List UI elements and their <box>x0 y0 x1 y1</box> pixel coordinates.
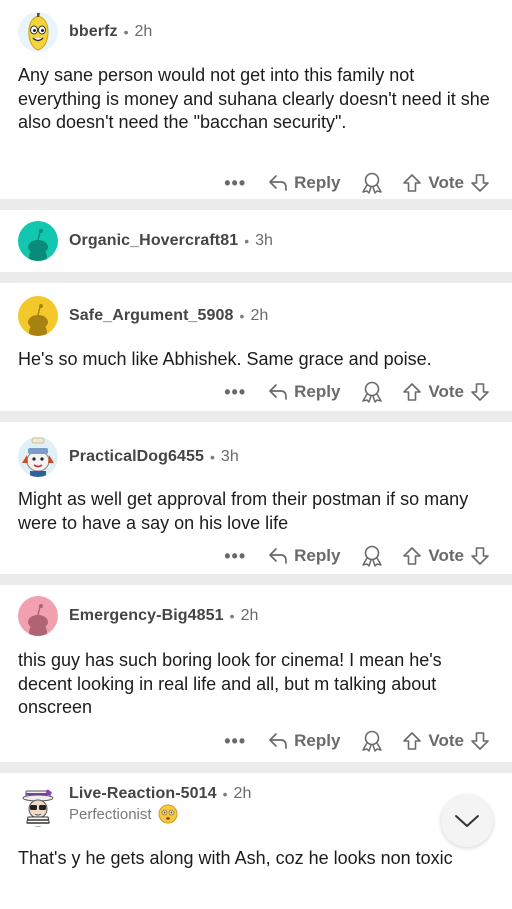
comment-header: PracticalDog6455 • 3h <box>0 422 512 477</box>
comment-timestamp: 3h <box>220 448 239 465</box>
comment-text: That's y he gets along with Ash, coz he … <box>18 848 453 868</box>
award-icon <box>362 730 383 752</box>
comment-text: Any sane person would not get into this … <box>18 65 490 132</box>
comment-actions: ••• Reply Vote <box>0 536 512 576</box>
comment-username[interactable]: Organic_Hovercraft81 <box>69 232 238 250</box>
reply-icon <box>269 175 287 191</box>
flushed-emoji-icon <box>158 804 178 824</box>
witch-avatar-icon[interactable] <box>18 787 58 827</box>
chevron-down-icon <box>455 815 479 827</box>
comment-divider <box>0 762 512 773</box>
vote-label: Vote <box>428 173 464 192</box>
reply-label: Reply <box>294 731 341 750</box>
award-button[interactable] <box>360 172 384 194</box>
comment-actions: ••• Reply Vote <box>0 163 512 203</box>
award-icon <box>362 381 383 403</box>
reply-button[interactable]: Reply <box>268 382 340 402</box>
downvote-arrow-icon[interactable] <box>470 731 490 751</box>
comment-text: He's so much like Abhishek. Same grace a… <box>18 349 432 369</box>
comment: Live-Reaction-5014 • 2h Perfectionist Th… <box>0 773 512 909</box>
more-options-button[interactable]: ••• <box>224 173 246 194</box>
comment-meta: Live-Reaction-5014 • 2h Perfectionist <box>69 785 251 824</box>
reply-button[interactable]: Reply <box>268 546 340 566</box>
vote-label: Vote <box>428 546 464 565</box>
upvote-arrow-icon[interactable] <box>402 382 422 402</box>
meta-separator: • <box>222 786 228 802</box>
meta-separator: • <box>239 308 245 324</box>
more-options-button[interactable]: ••• <box>224 382 246 403</box>
comment-header: Emergency-Big4851 • 2h <box>0 585 512 636</box>
upvote-arrow-icon[interactable] <box>402 731 422 751</box>
reply-label: Reply <box>294 173 341 192</box>
downvote-arrow-icon[interactable] <box>470 546 490 566</box>
award-icon <box>362 545 383 567</box>
downvote-arrow-icon[interactable] <box>470 173 490 193</box>
reply-icon <box>269 733 287 749</box>
reply-label: Reply <box>294 546 341 565</box>
reply-label: Reply <box>294 382 341 401</box>
more-options-button[interactable]: ••• <box>224 731 246 752</box>
comment-header: Organic_Hovercraft81 • 3h <box>0 210 512 261</box>
reply-button[interactable]: Reply <box>268 173 340 193</box>
comment-timestamp: 2h <box>134 23 153 40</box>
snoo-avatar-icon[interactable] <box>18 296 58 336</box>
upvote-arrow-icon[interactable] <box>402 173 422 193</box>
vote-control: Vote <box>402 731 490 751</box>
vote-label: Vote <box>428 731 464 750</box>
vote-control: Vote <box>402 173 490 193</box>
snoo-avatar-icon[interactable] <box>18 221 58 261</box>
meta-separator: • <box>244 233 250 249</box>
award-icon <box>362 172 383 194</box>
reply-button[interactable]: Reply <box>268 731 340 751</box>
comment: bberfz • 2h Any sane person would not ge… <box>0 0 512 199</box>
comment-timestamp: 2h <box>250 307 269 324</box>
comment: Organic_Hovercraft81 • 3h <box>0 210 512 272</box>
user-flair: Perfectionist <box>69 804 251 824</box>
dog-avatar-icon[interactable] <box>18 437 58 477</box>
comment-username[interactable]: PracticalDog6455 <box>69 448 204 466</box>
downvote-arrow-icon[interactable] <box>470 382 490 402</box>
award-button[interactable] <box>360 545 384 567</box>
reply-icon <box>269 384 287 400</box>
comment-divider <box>0 272 512 283</box>
meta-separator: • <box>210 449 215 465</box>
snoo-avatar-icon[interactable] <box>18 596 58 636</box>
banana-avatar-icon[interactable] <box>18 12 58 52</box>
comment-username[interactable]: bberfz <box>69 23 118 41</box>
award-button[interactable] <box>360 730 384 752</box>
comment: PracticalDog6455 • 3h Might as well get … <box>0 422 512 574</box>
reply-icon <box>269 548 287 564</box>
comment-text: this guy has such boring look for cinema… <box>18 650 442 717</box>
comment-text: Might as well get approval from their po… <box>18 489 469 533</box>
comment: Safe_Argument_5908 • 2h He's so much lik… <box>0 283 512 411</box>
comment-timestamp: 2h <box>233 785 252 802</box>
comment-timestamp: 2h <box>240 607 259 624</box>
comment: Emergency-Big4851 • 2h this guy has such… <box>0 585 512 762</box>
comment-username[interactable]: Safe_Argument_5908 <box>69 307 234 325</box>
comment-username[interactable]: Live-Reaction-5014 <box>69 785 217 803</box>
comment-actions: ••• Reply Vote <box>0 372 512 412</box>
comment-header: bberfz • 2h <box>0 0 512 52</box>
comment-username[interactable]: Emergency-Big4851 <box>69 607 224 625</box>
comment-timestamp: 3h <box>255 232 273 249</box>
comment-divider <box>0 411 512 422</box>
vote-control: Vote <box>402 382 490 402</box>
comment-header: Live-Reaction-5014 • 2h Perfectionist <box>0 773 512 833</box>
upvote-arrow-icon[interactable] <box>402 546 422 566</box>
vote-control: Vote <box>402 546 490 566</box>
vote-label: Vote <box>428 382 464 401</box>
comment-header: Safe_Argument_5908 • 2h <box>0 283 512 336</box>
meta-separator: • <box>229 608 235 624</box>
comment-actions: ••• Reply Vote <box>0 721 512 761</box>
scroll-down-button[interactable] <box>441 795 493 847</box>
award-button[interactable] <box>360 381 384 403</box>
flair-label: Perfectionist <box>69 805 152 823</box>
more-options-button[interactable]: ••• <box>224 546 246 567</box>
meta-separator: • <box>123 24 129 40</box>
